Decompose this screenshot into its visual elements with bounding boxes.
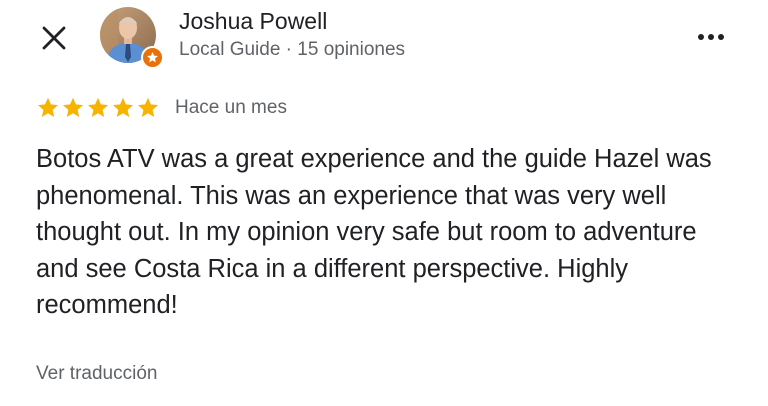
local-guide-star-icon (147, 52, 158, 63)
author-avatar-container[interactable] (100, 7, 164, 69)
star-icon (113, 97, 133, 117)
author-meta: Local Guide · 15 opiniones (179, 39, 406, 60)
star-icon (88, 97, 108, 117)
more-options-button[interactable] (694, 24, 728, 50)
review-text: Botos ATV was a great experience and the… (36, 145, 712, 319)
star-icon (38, 97, 58, 117)
close-icon (42, 26, 66, 50)
author-name[interactable]: Joshua Powell (179, 8, 327, 35)
close-button[interactable] (40, 24, 68, 52)
star-icon (138, 97, 158, 117)
star-icon (63, 97, 83, 117)
review-date: Hace un mes (175, 97, 287, 118)
star-rating (36, 96, 160, 120)
translate-link[interactable]: Ver traducción (36, 363, 157, 385)
more-horizontal-icon (698, 34, 724, 40)
local-guide-badge (141, 46, 164, 69)
